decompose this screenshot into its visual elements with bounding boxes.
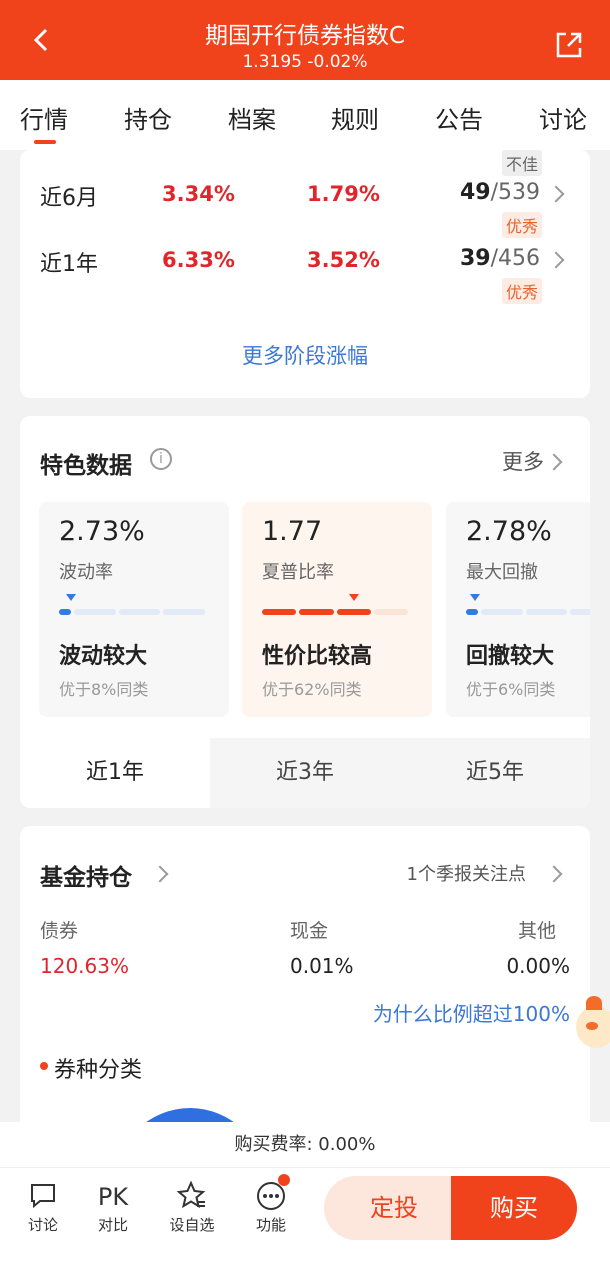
compare-label: 对比 xyxy=(97,1216,128,1234)
functions-button[interactable]: 功能 xyxy=(236,1174,306,1235)
tab-rules[interactable]: 规则 xyxy=(331,100,379,135)
report-notes-link[interactable]: 1个季报关注点 xyxy=(407,860,526,886)
tab-market[interactable]: 行情 xyxy=(20,100,68,135)
rank-tag: 优秀 xyxy=(501,212,542,238)
tab-bar: 行情 持仓 档案 规则 公告 讨论 xyxy=(0,80,610,150)
tab-announcements[interactable]: 公告 xyxy=(435,100,483,135)
add-watchlist-button[interactable]: 设自选 xyxy=(157,1180,227,1235)
tab-discussion[interactable]: 讨论 xyxy=(539,100,587,135)
level-marker xyxy=(66,594,76,601)
buy-button[interactable]: 购买 xyxy=(451,1176,577,1240)
notification-dot xyxy=(278,1174,290,1186)
metric-value: 2.73% xyxy=(59,516,145,547)
fund-nav: 1.3195 -0.02% xyxy=(242,52,368,72)
metric-verdict: 波动较大 xyxy=(59,644,148,669)
fund-title: 期国开行债券指数C xyxy=(204,23,406,49)
system-nav-bar xyxy=(0,1250,610,1277)
mascot-icon[interactable] xyxy=(572,996,610,1052)
why-over-100-link[interactable]: 为什么比例超过100% xyxy=(373,998,570,1027)
metric-percentile: 优于62%同类 xyxy=(262,680,362,699)
more-periods-link[interactable]: 更多阶段涨幅 xyxy=(20,340,590,370)
metric-value: 2.78% xyxy=(466,516,552,547)
period-label: 近6月 xyxy=(40,186,98,211)
comment-icon xyxy=(8,1180,78,1214)
period-selector: 近1年 近3年 近5年 xyxy=(20,738,590,808)
alloc-label-cash: 现金 xyxy=(290,920,329,942)
metric-label: 最大回撤 xyxy=(466,562,538,583)
section-title: 特色数据 xyxy=(40,453,132,479)
rank-tag: 优秀 xyxy=(501,278,542,304)
section-title[interactable]: 基金持仓 xyxy=(40,858,132,892)
metric-volatility[interactable]: 2.73% 波动率 波动较大 优于8%同类 xyxy=(39,502,229,717)
metric-verdict: 回撤较大 xyxy=(466,644,555,669)
holdings-card: 基金持仓 1个季报关注点 债券 120.63% 现金 0.01% 其他 0.00… xyxy=(20,826,590,1122)
share-icon[interactable] xyxy=(554,30,584,60)
discuss-label: 讨论 xyxy=(27,1216,58,1234)
level-marker xyxy=(470,594,480,601)
metric-percentile: 优于6%同类 xyxy=(466,680,556,699)
category-title: 券种分类 xyxy=(54,1058,143,1083)
rank: 39/456 xyxy=(459,246,540,271)
fund-return: 3.34% xyxy=(162,182,235,206)
bullet-dot xyxy=(40,1062,48,1070)
metric-max-drawdown[interactable]: 2.78% 最大回撤 回撤较大 优于6%同类 xyxy=(446,502,590,717)
info-icon[interactable]: i xyxy=(150,448,172,470)
chevron-right-icon xyxy=(545,453,563,471)
star-icon xyxy=(157,1180,227,1214)
metric-sharpe[interactable]: 1.77 夏普比率 性价比较高 优于62%同类 xyxy=(242,502,432,717)
performance-card: 不佳 近6月 3.34% 1.79% 49/539 优秀 近1年 6.33% 3… xyxy=(20,150,590,398)
period-1y[interactable]: 近1年 xyxy=(20,738,210,808)
add-watchlist-label: 设自选 xyxy=(169,1216,215,1234)
more-dots-icon xyxy=(236,1180,306,1214)
more-link[interactable]: 更多 xyxy=(502,446,544,476)
metric-percentile: 优于8%同类 xyxy=(59,680,149,699)
alloc-label-bonds: 债券 xyxy=(40,920,79,942)
fund-return: 6.33% xyxy=(162,248,235,272)
alloc-value-cash: 0.01% xyxy=(290,954,354,978)
level-bar xyxy=(466,609,590,615)
auto-invest-button[interactable]: 定投 xyxy=(324,1176,464,1240)
rank: 49/539 xyxy=(459,180,540,205)
donut-chart-top xyxy=(115,1108,265,1122)
compare-button[interactable]: PK 对比 xyxy=(78,1180,148,1235)
active-tab-indicator xyxy=(34,140,56,144)
chevron-right-icon xyxy=(151,865,169,883)
level-bar xyxy=(59,609,205,615)
tab-profile[interactable]: 档案 xyxy=(228,100,276,135)
metric-label: 夏普比率 xyxy=(262,562,334,583)
alloc-value-bonds: 120.63% xyxy=(40,954,129,978)
purchase-fee: 购买费率: 0.00% xyxy=(0,1122,610,1168)
level-marker xyxy=(349,594,359,601)
period-label: 近1年 xyxy=(40,252,98,277)
metric-verdict: 性价比较高 xyxy=(262,644,373,669)
discuss-button[interactable]: 讨论 xyxy=(8,1180,78,1235)
period-3y[interactable]: 近3年 xyxy=(210,738,400,808)
category-return: 3.52% xyxy=(307,248,380,272)
period-5y[interactable]: 近5年 xyxy=(400,738,590,808)
alloc-label-other: 其他 xyxy=(517,920,556,942)
alloc-value-other: 0.00% xyxy=(506,954,570,978)
top-bar: 期国开行债券指数C 1.3195 -0.02% xyxy=(0,0,610,80)
tab-holdings[interactable]: 持仓 xyxy=(124,100,172,135)
chevron-right-icon xyxy=(545,865,563,883)
level-bar xyxy=(262,609,408,615)
feature-data-card: 特色数据 i 更多 2.73% 波动率 波动较大 优于8%同类 1.77 夏普比… xyxy=(20,416,590,808)
functions-label: 功能 xyxy=(255,1216,286,1234)
metric-label: 波动率 xyxy=(59,562,113,583)
metric-value: 1.77 xyxy=(262,516,323,547)
pk-icon: PK xyxy=(97,1183,129,1211)
rank-tag-prev: 不佳 xyxy=(501,150,542,176)
bottom-action-bar: 讨论 PK 对比 设自选 功能 定投 购买 xyxy=(0,1168,610,1250)
chevron-right-icon xyxy=(547,251,565,269)
chevron-right-icon xyxy=(547,185,565,203)
category-return: 1.79% xyxy=(307,182,380,206)
